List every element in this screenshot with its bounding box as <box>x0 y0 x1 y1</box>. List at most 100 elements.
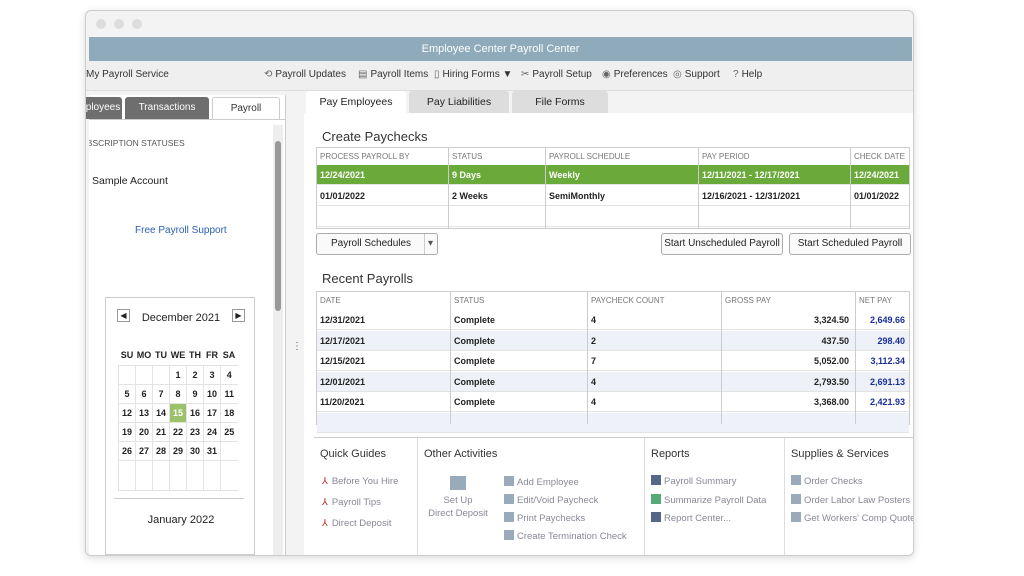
help-button[interactable]: ? Help <box>733 69 762 80</box>
calendar-day[interactable]: 2 <box>186 365 204 385</box>
order-labor-law-posters-link[interactable]: Order Labor Law Posters <box>791 494 910 506</box>
tools-icon: ✂ <box>521 69 530 80</box>
create-termination-check-link[interactable]: Create Termination Check <box>504 530 627 542</box>
left-scrollbar[interactable] <box>273 125 283 555</box>
pdf-icon: ⅄ <box>322 476 328 487</box>
calendar-day[interactable]: 29 <box>169 441 187 461</box>
support-button[interactable]: ◎ Support <box>673 69 720 80</box>
column-header[interactable]: STATUS <box>452 152 482 161</box>
column-header[interactable]: PAYROLL SCHEDULE <box>549 152 630 161</box>
calendar-day[interactable]: 21 <box>152 422 170 442</box>
excel-icon <box>651 494 661 504</box>
calendar-day[interactable]: 19 <box>118 422 136 442</box>
calendar-day[interactable]: 23 <box>186 422 204 442</box>
calendar-day[interactable]: 4 <box>220 365 238 385</box>
calendar-day[interactable]: 15 <box>169 403 187 423</box>
calendar-day[interactable]: 8 <box>169 384 187 404</box>
calendar-day[interactable]: 18 <box>220 403 238 423</box>
cell: Complete <box>454 335 496 346</box>
tab-transactions[interactable]: Transactions <box>125 97 209 119</box>
tab-employees[interactable]: Employees <box>86 97 122 119</box>
calendar-day[interactable]: 24 <box>203 422 221 442</box>
calendar-day[interactable]: 17 <box>203 403 221 423</box>
account-name: Sample Account <box>92 175 168 187</box>
start-scheduled-payroll-button[interactable]: Start Scheduled Payroll <box>789 233 911 255</box>
table-row[interactable]: 12/01/2021 Complete 4 2,793.50 2,691.13 <box>317 371 909 392</box>
calendar-day[interactable]: 10 <box>203 384 221 404</box>
column-header[interactable]: CHECK DATE <box>854 152 905 161</box>
edit-void-paycheck-link[interactable]: Edit/Void Paycheck <box>504 494 598 506</box>
workers-comp-quote-link[interactable]: Get Workers' Comp Quote <box>791 512 913 524</box>
calendar-day[interactable]: 22 <box>169 422 187 442</box>
cell: 12/31/2021 <box>320 315 366 325</box>
payroll-updates-button[interactable]: ⟲ Payroll Updates <box>264 69 346 80</box>
scrollbar-thumb[interactable] <box>275 141 281 311</box>
calendar-day[interactable]: 6 <box>135 384 153 404</box>
calendar-day[interactable]: 16 <box>186 403 204 423</box>
close-window-button[interactable] <box>96 19 106 29</box>
column-header[interactable]: PAY PERIOD <box>702 152 750 161</box>
table-row[interactable]: 12/15/2021 Complete 7 5,052.00 3,112.34 <box>317 351 909 371</box>
column-header[interactable]: GROSS PAY <box>725 296 771 305</box>
cell: 12/01/2021 <box>320 376 366 387</box>
payroll-schedules-dropdown[interactable]: Payroll Schedules ▾ <box>316 233 438 255</box>
calendar-day[interactable]: 27 <box>135 441 153 461</box>
table-row[interactable]: 12/24/2021 9 Days Weekly 12/11/2021 - 12/17… <box>317 165 909 185</box>
calendar-day[interactable]: 7 <box>152 384 170 404</box>
table-row[interactable]: 01/01/2022 2 Weeks SemiMonthly 12/16/2021 -… <box>317 186 909 206</box>
preferences-button[interactable]: ◉ Preferences <box>602 69 668 80</box>
next-month-button[interactable]: ▶ <box>232 309 245 322</box>
column-header[interactable]: STATUS <box>454 296 484 305</box>
minimize-window-button[interactable] <box>114 19 124 29</box>
tab-file-forms[interactable]: File Forms <box>512 91 608 113</box>
direct-deposit-link[interactable]: ⅄ Direct Deposit <box>322 518 391 529</box>
refresh-icon: ⟲ <box>264 69 273 80</box>
zoom-window-button[interactable] <box>132 19 142 29</box>
column-header[interactable]: DATE <box>320 296 341 305</box>
cell: 12/15/2021 <box>320 356 366 366</box>
report-center-link[interactable]: Report Center... <box>651 512 731 524</box>
start-unscheduled-payroll-button[interactable]: Start Unscheduled Payroll <box>661 233 783 255</box>
calendar-day[interactable]: 12 <box>118 403 136 423</box>
add-employee-link[interactable]: Add Employee <box>504 476 579 488</box>
next-calendar-month: January 2022 <box>147 514 215 526</box>
column-header[interactable]: PAYCHECK COUNT <box>591 296 665 305</box>
calendar-day[interactable]: 13 <box>135 403 153 423</box>
tab-pay-employees[interactable]: Pay Employees <box>306 91 406 113</box>
payroll-items-button[interactable]: ▤ Payroll Items <box>358 69 428 80</box>
my-payroll-service[interactable]: My Payroll Service <box>86 69 169 80</box>
calendar-day[interactable]: 9 <box>186 384 204 404</box>
tab-pay-liabilities[interactable]: Pay Liabilities <box>409 91 509 113</box>
create-paychecks-table: PROCESS PAYROLL BY STATUS PAYROLL SCHEDULE… <box>316 147 910 229</box>
calendar-day[interactable]: 25 <box>220 422 238 442</box>
splitter-handle[interactable]: ⋮ <box>292 341 302 352</box>
calendar-day[interactable]: 14 <box>152 403 170 423</box>
payroll-summary-link[interactable]: Payroll Summary <box>651 475 736 487</box>
table-row[interactable]: 11/20/2021 Complete 4 3,368.00 2,421.93 <box>317 392 909 412</box>
tab-payroll[interactable]: Payroll <box>212 97 280 119</box>
weekday-label: TU <box>152 346 170 366</box>
payroll-tips-link[interactable]: ⅄ Payroll Tips <box>322 497 381 508</box>
calendar-day[interactable]: 30 <box>186 441 204 461</box>
cell: 3,324.50 <box>813 315 849 325</box>
calendar-day[interactable]: 26 <box>118 441 136 461</box>
free-payroll-support-link[interactable]: Free Payroll Support <box>135 225 227 236</box>
calendar-day[interactable]: 20 <box>135 422 153 442</box>
calendar-day[interactable]: 28 <box>152 441 170 461</box>
hiring-forms-button[interactable]: ▯ Hiring Forms ▼ <box>434 69 512 80</box>
calendar-day[interactable]: 5 <box>118 384 136 404</box>
before-you-hire-link[interactable]: ⅄ Before You Hire <box>322 476 398 487</box>
order-checks-link[interactable]: Order Checks <box>791 475 863 487</box>
column-header[interactable]: NET PAY <box>859 296 892 305</box>
calendar-day[interactable]: 11 <box>220 384 238 404</box>
calendar-day[interactable]: 3 <box>203 365 221 385</box>
calendar-day[interactable]: 1 <box>169 365 187 385</box>
print-paychecks-link[interactable]: Print Paychecks <box>504 512 585 524</box>
table-row[interactable]: 12/17/2021 Complete 2 437.50 298.40 <box>317 330 909 351</box>
table-row[interactable]: 12/31/2021 Complete 4 3,324.50 2,649.66 <box>317 310 909 330</box>
column-header[interactable]: PROCESS PAYROLL BY <box>320 152 410 161</box>
calendar-day[interactable]: 31 <box>203 441 221 461</box>
summarize-payroll-data-link[interactable]: Summarize Payroll Data <box>651 494 766 506</box>
setup-direct-deposit-button[interactable]: Set Up Direct Deposit <box>428 476 488 520</box>
payroll-setup-button[interactable]: ✂ Payroll Setup <box>521 69 592 80</box>
